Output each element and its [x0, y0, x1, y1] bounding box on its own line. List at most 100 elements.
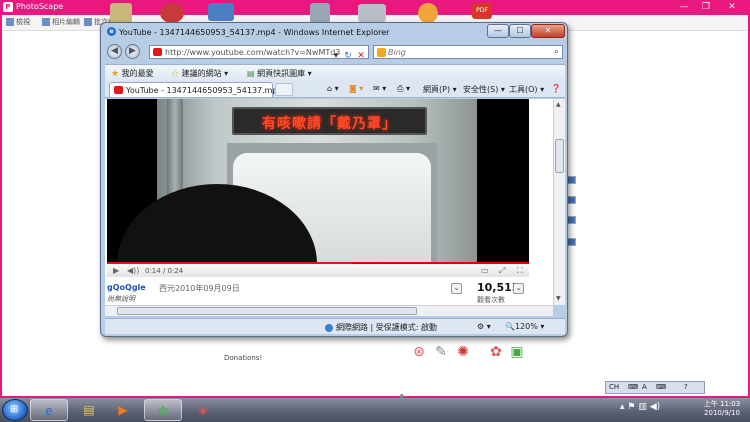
volume-icon[interactable]: ◀): [650, 402, 660, 412]
web-slice-gallery-button[interactable]: ▤ 網頁快訊圖庫 ▾: [247, 68, 312, 79]
ie-close-button[interactable]: ✕: [531, 24, 565, 38]
photoscape-close-button[interactable]: ✕: [722, 1, 742, 13]
tab-youtube[interactable]: YouTube - 1347144650953_54137.mp4: [109, 82, 283, 97]
ie-maximize-button[interactable]: ☐: [509, 24, 531, 38]
clock-date: 2010/9/10: [704, 409, 740, 417]
taskbar-app-icon[interactable]: ◈: [184, 399, 222, 421]
search-input[interactable]: [388, 47, 538, 58]
system-tray[interactable]: ▴ ⚑ ▥ ◀): [620, 402, 660, 412]
zoom-level[interactable]: 🔍120% ▾: [505, 322, 544, 331]
photoscape-tool-edit[interactable]: 相片編輯: [42, 17, 80, 29]
favorites-label: 我的最愛: [121, 69, 154, 78]
popout-icon[interactable]: ▭: [481, 266, 489, 275]
donations-link[interactable]: Donations!: [224, 354, 262, 362]
video-frame: 有咳嗽請「戴乃罩」: [117, 99, 477, 262]
address-bar[interactable]: http://www.youtube.com/watch?v=NwMTd3 ▾ …: [149, 45, 369, 61]
edit-icon: [42, 18, 50, 26]
feeds-icon[interactable]: ◙ ▾: [349, 84, 363, 93]
photoscape-maximize-button[interactable]: ❐: [696, 1, 716, 13]
language-label[interactable]: CH: [609, 383, 619, 391]
forward-arrow-icon[interactable]: ▶: [125, 44, 140, 59]
protected-mode-icon[interactable]: ⚙ ▾: [477, 322, 491, 331]
suggested-sites-label: 建議的網站 ▾: [181, 69, 229, 78]
tray-chevron-icon[interactable]: ▴: [620, 402, 625, 412]
network-icon[interactable]: ▥: [638, 402, 647, 412]
search-icon[interactable]: ⌕: [554, 47, 559, 57]
language-bar[interactable]: CH ⌨ A ⌨ ?: [605, 381, 705, 394]
favorites-bar: ★ 我的最愛 ☆ 建議的網站 ▾ ▤ 網頁快訊圖庫 ▾: [105, 64, 565, 81]
scroll-down-icon[interactable]: ▼: [556, 295, 561, 302]
clock-time: 上午 11:03: [703, 400, 741, 408]
mail-icon[interactable]: ✉ ▾: [373, 84, 386, 93]
frame-icon[interactable]: ▣: [509, 344, 525, 360]
help-icon[interactable]: ❓: [551, 84, 561, 93]
page-menu[interactable]: 網頁(P) ▾: [423, 84, 457, 95]
vertical-scroll-thumb[interactable]: [555, 139, 564, 173]
print-icon[interactable]: ⎙ ▾: [397, 84, 410, 94]
taskbar-photoscape-icon[interactable]: ✿: [144, 399, 182, 421]
taskbar-media-player-icon[interactable]: ▶: [104, 399, 142, 421]
photoscape-minimize-button[interactable]: —: [674, 1, 694, 13]
refresh-icon[interactable]: ↻: [342, 49, 354, 63]
play-icon[interactable]: ▶: [113, 266, 119, 275]
youtube-favicon-icon: [114, 86, 123, 94]
taskbar-explorer-icon[interactable]: ▤: [70, 399, 108, 421]
photoscape-tool-view[interactable]: 檢視: [6, 17, 30, 29]
horizontal-scrollbar[interactable]: [105, 305, 553, 316]
video-player[interactable]: 有咳嗽請「戴乃罩」: [107, 99, 529, 262]
start-button[interactable]: ⊞: [2, 399, 28, 421]
back-arrow-icon[interactable]: ◀: [107, 44, 122, 59]
language-item[interactable]: A: [642, 383, 647, 391]
desktop-app-icon[interactable]: [160, 3, 184, 23]
ie-titlebar[interactable]: e YouTube - 1347144650953_54137.mp4 - Wi…: [101, 23, 567, 41]
tool-label: 檢視: [16, 18, 30, 26]
recycle-bin-icon[interactable]: [310, 3, 330, 23]
favorites-button[interactable]: ★ 我的最愛: [111, 68, 154, 79]
uploader-name[interactable]: gQoQgle: [107, 283, 146, 292]
pdf-icon[interactable]: PDF: [472, 3, 492, 19]
volume-icon[interactable]: ◀)): [127, 266, 139, 275]
new-tab-button[interactable]: [275, 83, 293, 96]
candy-icon[interactable]: ✿: [488, 344, 504, 360]
search-box[interactable]: ⌕: [373, 45, 563, 59]
suggested-sites-button[interactable]: ☆ 建議的網站 ▾: [171, 68, 228, 79]
view-icon: [6, 18, 14, 26]
horizontal-scroll-thumb[interactable]: [117, 307, 417, 315]
uploader-subtitle: 尚無說明: [107, 295, 135, 303]
view-count-label: 觀看次數: [477, 296, 505, 304]
security-zone[interactable]: 網際網路 | 受保護模式: 啟動: [325, 322, 437, 333]
tab-bar: YouTube - 1347144650953_54137.mp4 ⌂ ▾ ◙ …: [105, 81, 565, 98]
ie-logo-icon: e: [107, 27, 116, 36]
tools-icon[interactable]: ✎: [433, 344, 449, 360]
youtube-favicon-icon: [153, 48, 162, 56]
system-clock[interactable]: 上午 11:03 2010/9/10: [698, 400, 746, 418]
ie-window-title: YouTube - 1347144650953_54137.mp4 - Wind…: [119, 28, 390, 37]
windows-logo-icon: ⊞: [10, 404, 19, 415]
expand-info-button[interactable]: ⌄: [451, 283, 462, 294]
home-icon[interactable]: ⌂ ▾: [327, 84, 339, 93]
photoscape-title: PhotoScape: [16, 2, 64, 11]
resize-icon[interactable]: ⤢: [499, 266, 505, 276]
safety-menu[interactable]: 安全性(S) ▾: [463, 84, 505, 95]
stop-icon[interactable]: ✕: [355, 49, 367, 63]
desktop-drive-icon[interactable]: [358, 4, 386, 22]
desktop-flower-icon[interactable]: [418, 3, 438, 23]
flag-icon[interactable]: ⚑: [627, 402, 635, 412]
lifebuoy-icon[interactable]: ⊛: [411, 344, 427, 360]
expand-stats-button[interactable]: ⌄: [513, 283, 524, 294]
address-url[interactable]: http://www.youtube.com/watch?v=NwMTd3: [165, 48, 340, 57]
fullscreen-icon[interactable]: ⛶: [517, 266, 523, 276]
address-dropdown-icon[interactable]: ▾: [330, 49, 342, 63]
help-icon[interactable]: ?: [684, 383, 688, 391]
video-progress-fill[interactable]: [107, 262, 352, 264]
celebration-icon[interactable]: ✺: [455, 344, 471, 360]
keyboard-icon[interactable]: ⌨: [628, 383, 638, 391]
vertical-scrollbar[interactable]: ▲ ▼: [553, 99, 565, 305]
taskbar-ie-icon[interactable]: e: [30, 399, 68, 421]
desktop-monitor-icon[interactable]: [208, 3, 234, 21]
scroll-up-icon[interactable]: ▲: [556, 101, 561, 108]
language-item[interactable]: ⌨: [656, 383, 666, 391]
desktop-folder-icon[interactable]: [110, 3, 132, 23]
tools-menu[interactable]: 工具(O) ▾: [509, 84, 544, 95]
ie-minimize-button[interactable]: —: [487, 24, 509, 38]
